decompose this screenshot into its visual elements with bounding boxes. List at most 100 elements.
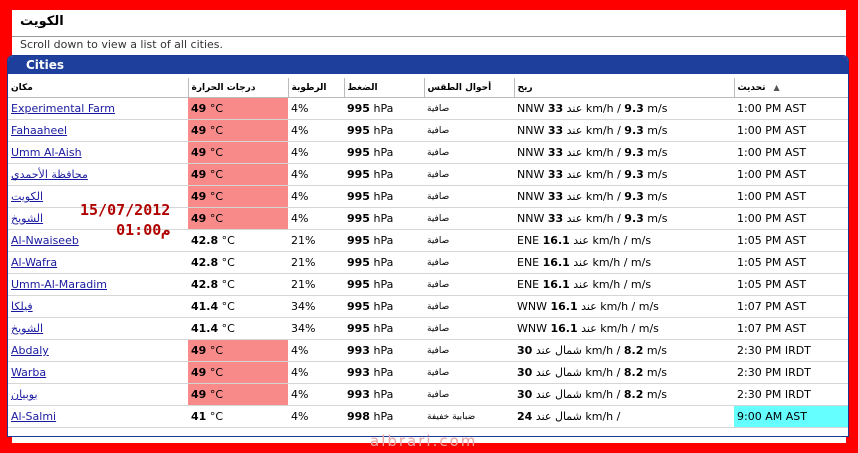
updated-cell: 1:00 PM AST <box>734 207 848 230</box>
city-cell: Al-Wafra <box>8 251 188 274</box>
wind-unit-text: عند km/h / <box>566 212 621 225</box>
column-header-temperature[interactable]: درجات الحرارة <box>187 78 288 98</box>
humidity-cell: 4% <box>288 119 344 142</box>
pressure-unit: hPa <box>373 256 394 269</box>
pressure-cell: 993 hPa <box>344 383 424 406</box>
city-link[interactable]: Umm-Al-Maradim <box>11 278 107 291</box>
city-cell: بوبيان <box>8 383 188 406</box>
city-link[interactable]: محافظة الأحمدي <box>11 168 88 181</box>
temperature-value: 49 <box>191 344 207 357</box>
watermark: albrari.com <box>370 432 478 450</box>
pressure-unit: hPa <box>373 366 394 379</box>
wind-cell: 30 شمال عند km/h / 8.2 m/s <box>514 361 734 384</box>
temperature-cell: 49 °C <box>188 207 288 230</box>
pressure-value: 993 <box>347 344 370 357</box>
city-link[interactable]: فيلكا <box>11 300 33 313</box>
table-row: Al-Salmi 41 °C 4% 998 hPa ضبابية خفيفة 24 شم… <box>8 405 848 428</box>
column-header-pressure[interactable]: الضغط <box>343 78 424 98</box>
pressure-value: 998 <box>347 410 370 423</box>
wind-unit-text: شمال عند km/h / <box>535 388 621 401</box>
humidity-cell: 4% <box>288 185 344 208</box>
pressure-value: 995 <box>347 322 370 335</box>
city-link[interactable]: Abdaly <box>11 344 49 357</box>
pressure-value: 995 <box>347 102 370 115</box>
pressure-cell: 993 hPa <box>344 361 424 384</box>
pressure-cell: 995 hPa <box>344 229 424 252</box>
updated-cell: 2:30 PM IRDT <box>734 361 848 384</box>
temperature-unit: °C <box>221 278 235 291</box>
city-link[interactable]: الكويت <box>11 190 43 203</box>
pressure-value: 995 <box>347 212 370 225</box>
scroll-hint: Scroll down to view a list of all cities… <box>20 38 224 51</box>
wind-speed-ms: 8.2 <box>623 366 644 379</box>
wind-cell: WNW 16.1 عند km/h / m/s <box>514 295 734 318</box>
wind-direction: ENE <box>517 234 540 247</box>
temperature-cell: 41 °C <box>188 405 288 428</box>
temperature-value: 42.8 <box>191 278 219 291</box>
temperature-value: 49 <box>191 146 207 159</box>
city-link[interactable]: Umm Al-Aish <box>11 146 82 159</box>
wind-cell: 30 شمال عند km/h / 8.2 m/s <box>514 383 734 406</box>
city-link[interactable]: Fahaaheel <box>11 124 67 137</box>
column-header-conditions[interactable]: أحوال الطقس <box>423 78 514 98</box>
cities-panel: Cities مكان درجات الحرارة الرطوبة الضغط … <box>7 55 849 437</box>
wind-speed-kmh: 33 <box>547 146 564 159</box>
city-link[interactable]: Warba <box>11 366 46 379</box>
wind-direction: NNW <box>517 146 545 159</box>
city-link[interactable]: بوبيان <box>11 388 38 401</box>
wind-direction: ENE <box>517 278 540 291</box>
pressure-unit: hPa <box>373 234 394 247</box>
wind-speed-kmh: 33 <box>547 102 564 115</box>
wind-speed-kmh: 16.1 <box>542 234 570 247</box>
wind-direction: NNW <box>517 190 545 203</box>
city-cell: Umm Al-Aish <box>8 141 188 164</box>
humidity-cell: 4% <box>288 383 344 406</box>
city-link[interactable]: الشويخ <box>11 212 43 225</box>
wind-speed-kmh: 16.1 <box>542 256 570 269</box>
wind-direction: WNW <box>517 300 547 313</box>
city-link[interactable]: Experimental Farm <box>11 102 115 115</box>
conditions-cell: صافية <box>424 163 514 186</box>
temperature-cell: 49 °C <box>188 163 288 186</box>
temperature-cell: 41.4 °C <box>188 317 288 340</box>
wind-cell: NNW 33 عند km/h / 9.3 m/s <box>514 141 734 164</box>
city-link[interactable]: Al-Salmi <box>11 410 56 423</box>
column-header-updated[interactable]: تحديث ▲ <box>733 78 848 98</box>
city-link[interactable]: Al-Wafra <box>11 256 57 269</box>
table-row: فيلكا 41.4 °C 34% 995 hPa صافية WNW 16.1 عند … <box>8 295 848 318</box>
humidity-cell: 4% <box>288 97 344 120</box>
temperature-unit: °C <box>209 366 223 379</box>
wind-unit-text: عند km/h / <box>566 190 621 203</box>
wind-direction: NNW <box>517 212 545 225</box>
wind-speed-kmh: 30 <box>517 344 533 357</box>
wind-ms-unit: m/s <box>647 168 668 181</box>
pressure-cell: 995 hPa <box>344 185 424 208</box>
city-cell: فيلكا <box>8 295 188 318</box>
temperature-value: 49 <box>191 366 207 379</box>
wind-ms-unit: m/s <box>630 278 652 291</box>
city-cell: Al-Salmi <box>8 405 188 428</box>
pressure-unit: hPa <box>373 388 394 401</box>
city-link[interactable]: الشويخ <box>11 322 43 335</box>
column-header-wind[interactable]: ريح <box>513 78 734 98</box>
city-link[interactable]: Al-Nwaiseeb <box>11 234 79 247</box>
humidity-cell: 4% <box>288 163 344 186</box>
temperature-value: 49 <box>191 212 207 225</box>
wind-speed-ms: 9.3 <box>624 124 644 137</box>
wind-direction: NNW <box>517 102 545 115</box>
column-header-humidity[interactable]: الرطوبة <box>287 78 344 98</box>
wind-speed-kmh: 24 <box>517 410 533 423</box>
sort-ascending-icon[interactable]: ▲ <box>773 83 779 92</box>
table-row: Umm-Al-Maradim 42.8 °C 21% 995 hPa صافية ENE … <box>8 273 848 296</box>
humidity-cell: 21% <box>288 229 344 252</box>
conditions-cell: صافية <box>424 229 514 252</box>
wind-direction: NNW <box>517 168 545 181</box>
temperature-cell: 49 °C <box>188 361 288 384</box>
wind-unit-text: عند km/h / <box>573 256 628 269</box>
column-header-place[interactable]: مكان <box>8 78 188 98</box>
conditions-cell: صافية <box>424 273 514 296</box>
wind-speed-kmh: 33 <box>547 212 564 225</box>
temperature-value: 42.8 <box>191 256 219 269</box>
pressure-cell: 995 hPa <box>344 251 424 274</box>
wind-ms-unit: m/s <box>646 366 668 379</box>
